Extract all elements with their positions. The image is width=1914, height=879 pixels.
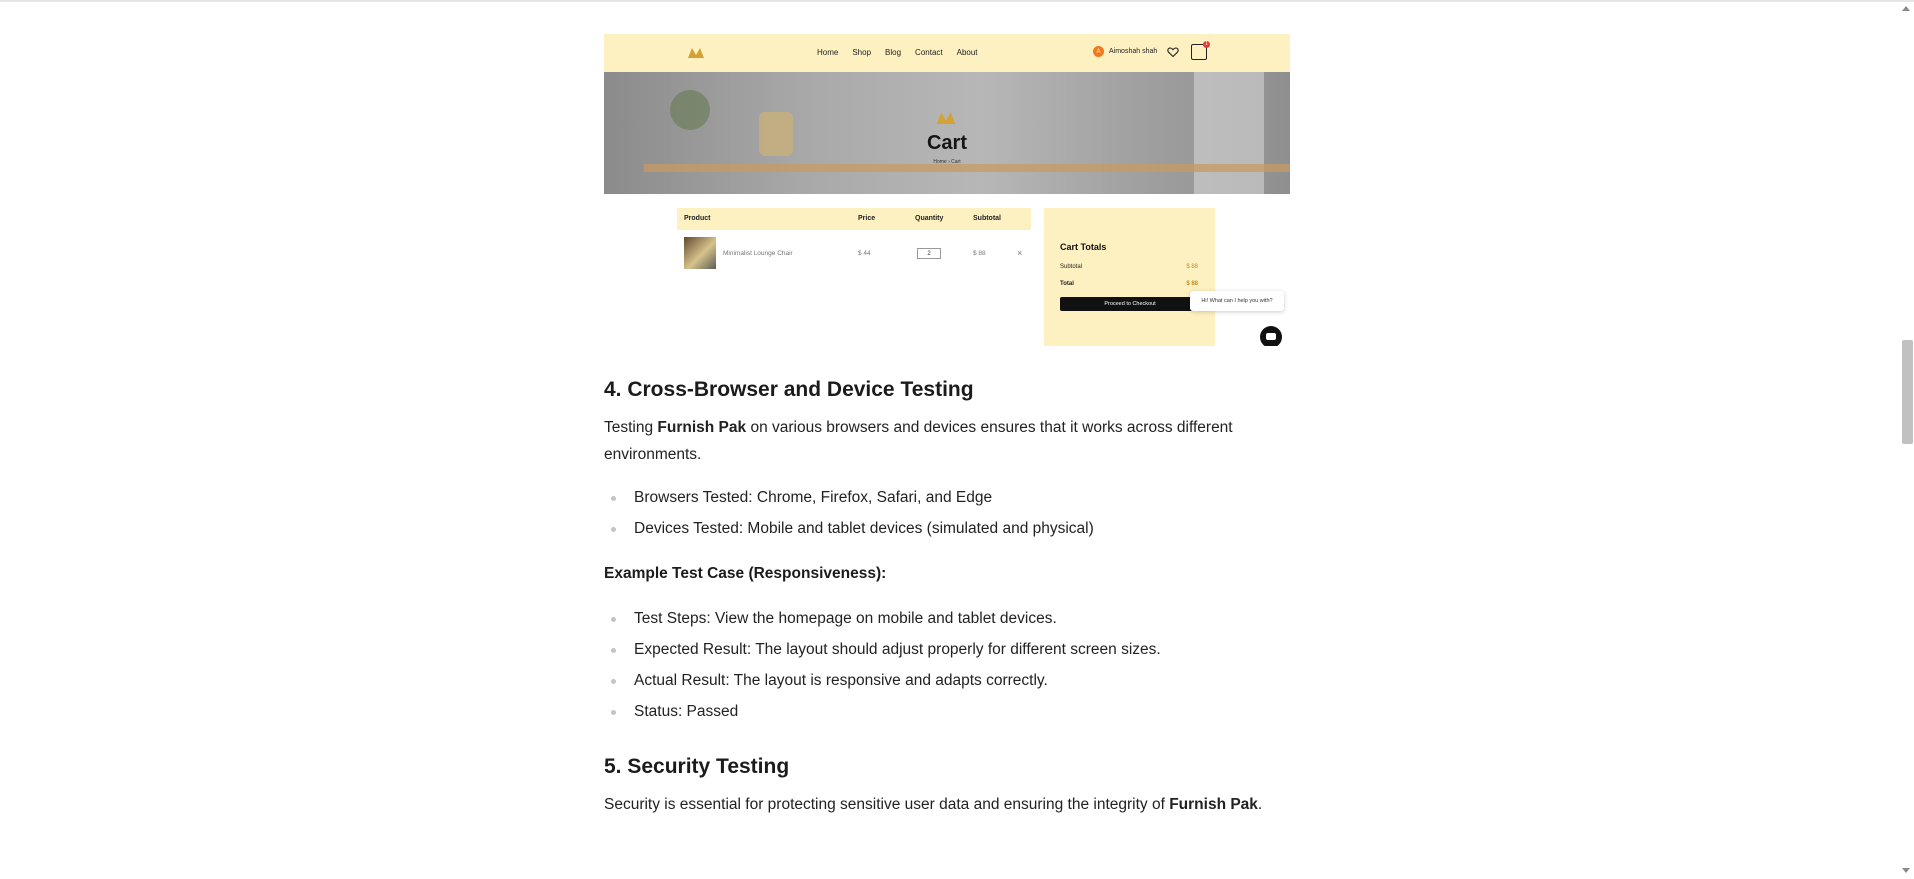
subtotal-value: $ 88 bbox=[1186, 264, 1198, 270]
subtotal-row: Subtotal $ 88 bbox=[1060, 264, 1198, 270]
list-item: Devices Tested: Mobile and tablet device… bbox=[604, 513, 1294, 544]
testing-scope-list: Browsers Tested: Chrome, Firefox, Safari… bbox=[604, 482, 1294, 544]
cart-totals-panel: Cart Totals Subtotal $ 88 Total $ 88 Pro… bbox=[1044, 208, 1215, 346]
chat-prompt-bubble: Hi! What can I help you with? bbox=[1190, 291, 1284, 311]
scroll-down-arrow-icon[interactable] bbox=[1902, 868, 1910, 873]
brand-name: Furnish Pak bbox=[1169, 796, 1258, 813]
nav-shop: Shop bbox=[852, 48, 872, 57]
list-item: Expected Result: The layout should adjus… bbox=[604, 634, 1294, 665]
table-row: Minimalist Lounge Chair $ 44 2 $ 88 × bbox=[677, 230, 1031, 276]
col-price: Price bbox=[858, 215, 876, 222]
total-value: $ 88 bbox=[1186, 281, 1198, 287]
quantity-input: 2 bbox=[917, 248, 941, 259]
brand-name: Furnish Pak bbox=[657, 419, 747, 436]
section4-intro: Testing Furnish Pak on various browsers … bbox=[604, 414, 1294, 468]
intro-text: Testing bbox=[604, 419, 658, 436]
col-quantity: Quantity bbox=[915, 215, 944, 222]
cart-icon: 1 bbox=[1191, 41, 1210, 60]
hero-plant-decoration bbox=[670, 90, 710, 130]
cart-totals-title: Cart Totals bbox=[1060, 242, 1107, 252]
chat-icon bbox=[1260, 326, 1282, 346]
proceed-to-checkout-button: Proceed to Checkout bbox=[1060, 297, 1200, 311]
nav-blog: Blog bbox=[885, 48, 902, 57]
cart-table: Product Price Quantity Subtotal Minimali… bbox=[677, 208, 1031, 276]
intro-text: Security is essential for protecting sen… bbox=[604, 796, 1170, 813]
embedded-hero-banner: Cart bbox=[604, 72, 1290, 194]
col-product: Product bbox=[684, 215, 711, 222]
section4-heading: 4. Cross-Browser and Device Testing bbox=[604, 378, 974, 401]
scroll-up-arrow-icon[interactable] bbox=[1902, 6, 1910, 11]
subtotal-label: Subtotal bbox=[1060, 264, 1083, 270]
user-name: Aimoshah shah bbox=[1109, 48, 1158, 55]
hero-title: Cart bbox=[926, 132, 967, 154]
cart-table-header: Product Price Quantity Subtotal bbox=[677, 208, 1031, 230]
avatar: A bbox=[1093, 46, 1104, 57]
window-top-border bbox=[0, 0, 1914, 2]
product-subtotal: $ 88 bbox=[973, 250, 986, 257]
nav-home: Home bbox=[817, 48, 839, 57]
section5-heading: 5. Security Testing bbox=[604, 755, 790, 778]
embedded-navbar: Home Shop Blog Contact About A Aimoshah … bbox=[604, 34, 1290, 72]
col-subtotal: Subtotal bbox=[973, 215, 1001, 222]
example-test-case-list: Test Steps: View the homepage on mobile … bbox=[604, 603, 1294, 727]
embedded-user: A Aimoshah shah bbox=[1093, 46, 1157, 57]
list-item: Actual Result: The layout is responsive … bbox=[604, 665, 1294, 696]
article-content: 4. Cross-Browser and Device Testing Test… bbox=[604, 378, 1294, 818]
section5-intro: Security is essential for protecting sen… bbox=[604, 791, 1294, 818]
nav-about: About bbox=[956, 48, 978, 57]
hero-breadcrumb: Home › Cart bbox=[933, 159, 961, 165]
hero-logo-icon bbox=[936, 112, 956, 124]
list-item: Test Steps: View the homepage on mobile … bbox=[604, 603, 1294, 634]
vertical-scrollbar[interactable] bbox=[1900, 2, 1914, 879]
list-item: Browsers Tested: Chrome, Firefox, Safari… bbox=[604, 482, 1294, 513]
total-row: Total $ 88 bbox=[1060, 281, 1198, 287]
nav-contact: Contact bbox=[915, 48, 943, 57]
intro-text: . bbox=[1257, 796, 1263, 813]
example-test-case-title: Example Test Case (Responsiveness): bbox=[604, 565, 887, 582]
brand-logo-icon bbox=[688, 48, 704, 58]
heart-icon bbox=[1167, 47, 1179, 58]
list-item: Status: Passed bbox=[604, 696, 1294, 727]
product-name: Minimalist Lounge Chair bbox=[723, 250, 793, 257]
product-thumbnail bbox=[684, 237, 716, 269]
cart-page-screenshot: Home Shop Blog Contact About A Aimoshah … bbox=[604, 34, 1290, 346]
total-label: Total bbox=[1060, 281, 1074, 287]
remove-item-icon: × bbox=[1017, 248, 1023, 258]
hero-shelf-decoration bbox=[644, 164, 1290, 172]
embedded-menu: Home Shop Blog Contact About bbox=[817, 48, 978, 57]
product-price: $ 44 bbox=[858, 250, 871, 257]
cart-count-badge: 1 bbox=[1203, 41, 1210, 48]
scrollbar-thumb[interactable] bbox=[1902, 340, 1913, 444]
